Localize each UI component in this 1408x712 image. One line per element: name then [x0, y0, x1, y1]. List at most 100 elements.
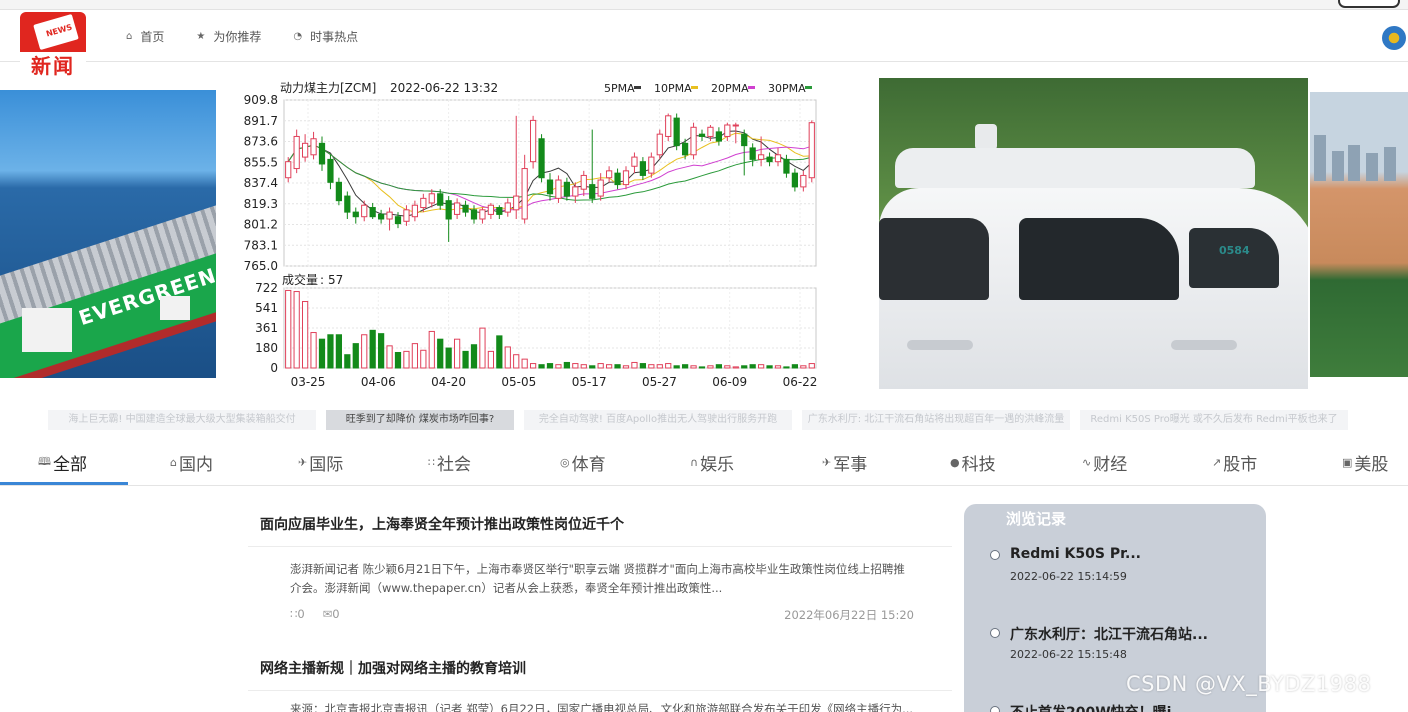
volume-bar — [673, 365, 680, 369]
user-avatar[interactable] — [1382, 26, 1406, 50]
volume-bar — [665, 363, 672, 369]
site-header: ⌂ 首页 ★ 为你推荐 ◔ 时事热点 — [0, 10, 1408, 62]
volume-bar — [487, 350, 495, 369]
volume-bar — [563, 361, 571, 369]
tab-us-stock[interactable]: ▣ 美股 — [1342, 450, 1388, 475]
candle-body — [639, 161, 647, 176]
comment-count[interactable]: ✉0 — [323, 607, 340, 621]
coal-futures-chart[interactable]: 909.8 891.7 873.6 855.5 837.4 819.3 801.2 783.1… — [234, 78, 828, 392]
volume-bar — [690, 365, 697, 369]
candle-body — [724, 124, 731, 137]
volume-bar — [428, 330, 435, 369]
ma-legend-label: 30PMA — [768, 82, 806, 95]
active-tab-indicator — [0, 482, 128, 485]
comment-icon: ✉ — [322, 607, 333, 621]
candle-body — [420, 197, 427, 209]
tab-domestic[interactable]: ⌂ 国内 — [170, 450, 213, 475]
news-summary[interactable]: 来源：北京青报北京青报讯（记者 郑莹）6月22日，国家广播电视总局、文化和旅游部… — [290, 700, 914, 712]
circle-icon — [990, 628, 1000, 638]
volume-bar — [301, 301, 309, 369]
news-title[interactable]: 网络主播新规｜加强对网络主播的教育培训 — [260, 658, 526, 678]
candle-body — [766, 156, 773, 163]
tab-society[interactable]: ∷ 社会 — [428, 450, 471, 475]
x-tick-label: 04-06 — [361, 375, 396, 389]
carousel-item[interactable]: Redmi K50S Pro曝光 或不久后发布 Redmi平板也来了 — [1080, 410, 1348, 430]
volume-bar — [757, 364, 765, 369]
volume-bar — [529, 363, 537, 369]
headphones-icon: ∩ — [690, 456, 699, 469]
carousel-item-active[interactable]: 旺季到了却降价 煤炭市场咋回事? — [326, 410, 514, 430]
volume-bar — [808, 363, 815, 369]
volume-tick-label: 180 — [255, 341, 278, 355]
tab-sports[interactable]: ◎ 体育 — [560, 450, 606, 475]
candle-body — [504, 202, 511, 213]
tab-international[interactable]: ✈ 国际 — [298, 450, 343, 475]
price-tick-label: 783.1 — [244, 238, 278, 252]
news-date: 2022年06月22日 15:20 — [784, 608, 914, 622]
volume-bar — [732, 366, 739, 369]
carousel-item[interactable]: 广东水利厅: 北江干流石角站将出现超百年一遇的洪峰流量 — [802, 410, 1070, 430]
volume-tick-label: 722 — [255, 281, 278, 295]
volume-bar — [572, 363, 579, 369]
volume-bar — [496, 335, 503, 369]
volume-bar — [318, 338, 326, 369]
banner-image-car[interactable]: 0584 — [879, 78, 1308, 389]
tab-finance[interactable]: ∿ 财经 — [1082, 450, 1127, 475]
volume-bar — [681, 364, 689, 369]
nav-home[interactable]: ⌂ 首页 — [126, 28, 164, 45]
volume-tick-label: 361 — [255, 321, 278, 335]
tab-all[interactable]: 🕮 全部 — [38, 450, 87, 475]
home-icon: ⌂ — [126, 31, 133, 42]
news-meta: ∷0 ✉0 2022年06月22日 15:20 — [290, 607, 914, 622]
candle-body — [301, 142, 309, 158]
candle-body — [791, 172, 799, 188]
candle-body — [437, 193, 444, 206]
people-icon: ∷ — [428, 456, 435, 469]
candle-body — [369, 207, 376, 218]
candle-body — [808, 122, 815, 179]
circle-icon — [990, 550, 1000, 560]
tab-entertainment[interactable]: ∩ 娱乐 — [690, 450, 734, 475]
ma-legend-label: 5PMA — [604, 82, 635, 95]
volume-bar — [521, 358, 528, 369]
volume-bar — [605, 364, 613, 369]
volume-bar — [504, 346, 511, 369]
volume-value: 57 — [328, 273, 343, 287]
carousel-item[interactable]: 完全自动驾驶! 百度Apollo推出无人驾驶出行服务开跑 — [524, 410, 792, 430]
candle-body — [310, 138, 317, 156]
news-title[interactable]: 面向应届毕业生，上海奉贤全年预计推出政策性岗位近千个 — [260, 514, 624, 534]
volume-bar — [698, 366, 706, 369]
volume-bar — [589, 365, 596, 369]
like-count[interactable]: ∷0 — [290, 607, 305, 621]
nav-hot[interactable]: ◔ 时事热点 — [293, 28, 358, 45]
ma-legend-swatch — [634, 86, 641, 89]
carousel-item[interactable]: 海上巨无霸! 中国建造全球最大级大型集装箱船交付 — [48, 410, 316, 430]
candle-body — [529, 119, 537, 163]
banner-image-flood[interactable] — [1310, 92, 1408, 377]
candle-body — [327, 158, 334, 183]
candle-body — [597, 179, 604, 197]
candle-body — [690, 126, 697, 156]
x-tick-label: 05-27 — [642, 375, 677, 389]
candle-body — [344, 195, 351, 213]
banner-image-ship[interactable]: EVERGREEN — [0, 90, 216, 378]
site-logo[interactable]: NEWS 新闻 — [20, 12, 86, 82]
volume-bar — [386, 345, 393, 369]
candle-body — [757, 154, 765, 160]
volume-bar — [648, 364, 655, 369]
volume-tick-label: 541 — [255, 301, 278, 315]
tab-military[interactable]: ✈ 军事 — [822, 450, 867, 475]
nav-recommend[interactable]: ★ 为你推荐 — [196, 28, 261, 45]
tab-stock[interactable]: ↗ 股市 — [1212, 450, 1257, 475]
news-summary[interactable]: 澎湃新闻记者 陈少颖6月21日下午，上海市奉贤区举行"职享云端 贤揽群才"面向上… — [290, 560, 914, 598]
x-tick-label: 05-05 — [501, 375, 536, 389]
volume-bar — [656, 364, 663, 369]
x-tick-label: 06-22 — [783, 375, 818, 389]
volume-bar — [335, 334, 343, 369]
window-control[interactable] — [1338, 0, 1400, 8]
volume-bar — [445, 347, 452, 369]
candle-body — [479, 209, 486, 220]
candle-body — [496, 207, 503, 215]
price-tick-label: 855.5 — [244, 155, 278, 169]
tab-technology[interactable]: ● 科技 — [950, 450, 996, 475]
